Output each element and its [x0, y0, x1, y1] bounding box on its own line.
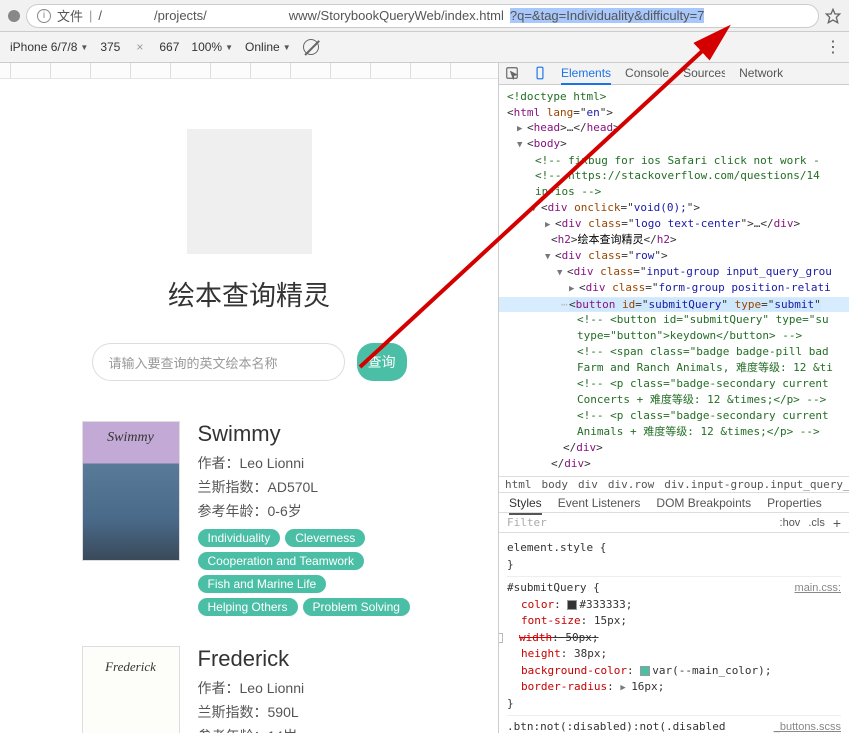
book-age: 参考年龄：14岁: [198, 726, 417, 733]
inspect-icon[interactable]: [505, 66, 519, 80]
dom-breadcrumbs[interactable]: html body div div.row div.input-group.in…: [499, 476, 849, 493]
url-path-mid: /projects/: [154, 8, 207, 23]
styles-filter-input[interactable]: Filter: [507, 516, 772, 529]
tab-elements[interactable]: Elements: [561, 66, 611, 85]
more-options-icon[interactable]: ⋮: [825, 37, 839, 57]
bookmark-star-icon[interactable]: [825, 8, 841, 24]
book-age: 参考年龄：0-6岁: [198, 501, 417, 521]
book-lexile: 兰斯指数：AD570L: [198, 477, 417, 497]
crumb[interactable]: div.input-group.input_query_grou: [664, 478, 849, 491]
tab-console[interactable]: Console: [625, 66, 669, 80]
device-selector[interactable]: iPhone 6/7/8▼: [10, 40, 88, 54]
tab-event-listeners[interactable]: Event Listeners: [558, 496, 641, 510]
cls-toggle[interactable]: .cls: [808, 517, 825, 529]
device-toolbar: iPhone 6/7/8▼ 375 × 667 100%▼ Online▼ ⋮: [0, 32, 849, 63]
styles-filter-row: Filter :hov .cls +: [499, 513, 849, 533]
search-input[interactable]: 请输入要查询的英文绘本名称: [92, 343, 345, 381]
search-button[interactable]: 查询: [357, 343, 407, 381]
url-input[interactable]: i 文件 | / /projects/ www/StorybookQueryWe…: [26, 4, 819, 28]
device-width[interactable]: 375: [100, 40, 120, 54]
tag[interactable]: Fish and Marine Life: [198, 575, 327, 593]
styles-tabs: Styles Event Listeners DOM Breakpoints P…: [499, 493, 849, 513]
logo-placeholder: [187, 129, 312, 254]
book-tags: Individuality Cleverness Cooperation and…: [198, 529, 417, 616]
css-source-link[interactable]: _buttons.scss: [774, 719, 841, 733]
book-cover: Frederick: [82, 646, 180, 733]
hov-toggle[interactable]: :hov: [780, 517, 801, 529]
dimension-separator: ×: [136, 40, 143, 54]
url-path-end: www/StorybookQueryWeb/index.html: [289, 8, 504, 23]
network-selector[interactable]: Online▼: [245, 40, 291, 54]
device-viewport: 绘本查询精灵 请输入要查询的英文绘本名称 查询 Swimmy Swimmy 作者…: [62, 99, 437, 733]
book-item[interactable]: Swimmy Swimmy 作者：Leo Lionni 兰斯指数：AD570L …: [82, 421, 417, 616]
device-preview-panel: 绘本查询精灵 请输入要查询的英文绘本名称 查询 Swimmy Swimmy 作者…: [0, 63, 498, 733]
device-toggle-icon[interactable]: [533, 66, 547, 80]
info-icon[interactable]: i: [37, 9, 51, 23]
devtools-tabs: Elements Console Sources Network: [499, 63, 849, 85]
window-control-dot[interactable]: [8, 10, 20, 22]
css-source-link[interactable]: main.css:: [795, 580, 841, 597]
tag[interactable]: Problem Solving: [303, 598, 410, 616]
zoom-selector[interactable]: 100%▼: [191, 40, 233, 54]
tag[interactable]: Helping Others: [198, 598, 298, 616]
crumb[interactable]: div: [578, 478, 598, 491]
tag[interactable]: Cleverness: [285, 529, 365, 547]
tab-sources[interactable]: Sources: [683, 66, 725, 80]
add-rule-icon[interactable]: +: [833, 515, 841, 531]
crumb[interactable]: body: [542, 478, 569, 491]
book-item[interactable]: Frederick Frederick 作者：Leo Lionni 兰斯指数：5…: [82, 646, 417, 733]
app-title: 绘本查询精灵: [82, 274, 417, 313]
browser-url-bar: i 文件 | / /projects/ www/StorybookQueryWe…: [0, 0, 849, 32]
book-author: 作者：Leo Lionni: [198, 453, 417, 473]
crumb[interactable]: div.row: [608, 478, 654, 491]
url-protocol: 文件: [57, 6, 83, 25]
search-placeholder: 请输入要查询的英文绘本名称: [109, 353, 278, 372]
devtools-panel: Elements Console Sources Network <!docty…: [498, 63, 849, 733]
rotate-icon[interactable]: [303, 39, 319, 55]
tab-network[interactable]: Network: [739, 66, 783, 80]
book-author: 作者：Leo Lionni: [198, 678, 417, 698]
css-selector: .btn:not(:disabled):not(.disabled: [507, 720, 726, 733]
book-title: Frederick: [198, 646, 417, 672]
book-title: Swimmy: [198, 421, 417, 447]
book-info: Swimmy 作者：Leo Lionni 兰斯指数：AD570L 参考年龄：0-…: [198, 421, 417, 616]
book-cover: Swimmy: [82, 421, 180, 561]
tab-dom-breakpoints[interactable]: DOM Breakpoints: [656, 496, 751, 510]
book-info: Frederick 作者：Leo Lionni 兰斯指数：590L 参考年龄：1…: [198, 646, 417, 733]
url-path-prefix: /: [98, 8, 102, 23]
dom-tree[interactable]: <!doctype html> <html lang="en"> ▶<head>…: [499, 85, 849, 476]
css-selector: #submitQuery: [507, 581, 586, 594]
css-selector: element.style: [507, 541, 593, 554]
ruler: [0, 63, 498, 79]
tag[interactable]: Individuality: [198, 529, 281, 547]
search-row: 请输入要查询的英文绘本名称 查询: [82, 343, 417, 381]
url-query-highlight: ?q=&tag=Individuality&difficulty=7: [510, 8, 705, 23]
tab-properties[interactable]: Properties: [767, 496, 822, 510]
device-height[interactable]: 667: [159, 40, 179, 54]
css-rules[interactable]: element.style { } main.css: #submitQuery…: [499, 533, 849, 733]
crumb[interactable]: html: [505, 478, 532, 491]
book-lexile: 兰斯指数：590L: [198, 702, 417, 722]
tab-styles[interactable]: Styles: [509, 496, 542, 515]
tag[interactable]: Cooperation and Teamwork: [198, 552, 365, 570]
